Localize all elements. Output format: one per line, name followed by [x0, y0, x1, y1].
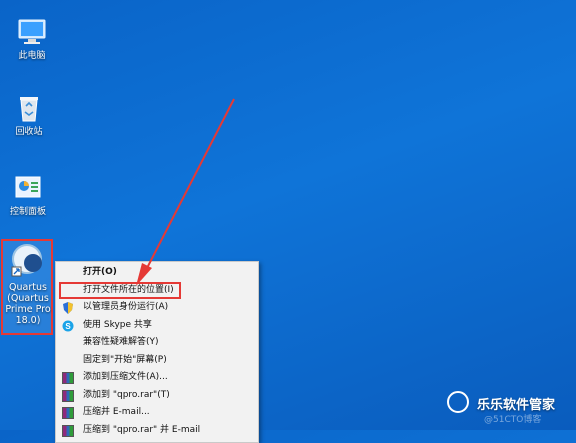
watermark-brand: 乐乐软件管家 — [477, 398, 556, 413]
wechat-logo-icon — [447, 391, 469, 413]
annotation-arrow — [136, 98, 235, 286]
watermark-faint: @51CTO博客 — [484, 415, 542, 425]
